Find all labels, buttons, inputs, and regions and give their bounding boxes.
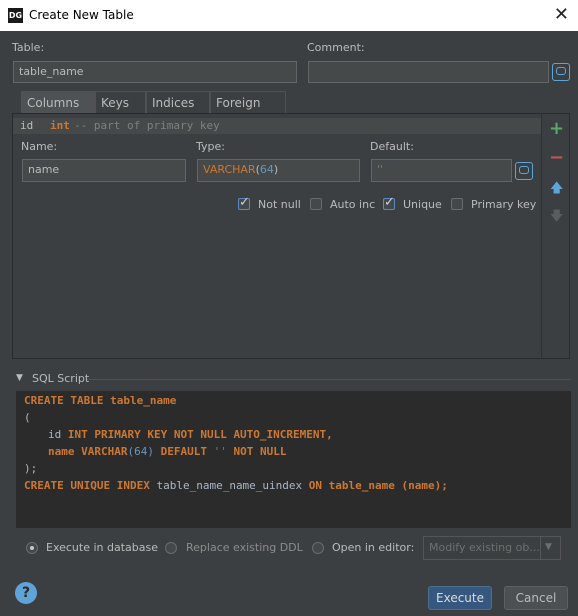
primary-key-label: Primary key xyxy=(471,198,537,211)
comment-input[interactable] xyxy=(308,61,549,83)
editor-mode-value: Modify existing ob... xyxy=(429,541,540,554)
editor-mode-select[interactable]: Modify existing ob... ▼ xyxy=(423,536,561,560)
sql-editor[interactable]: CREATE TABLE table_name ( id INT PRIMARY… xyxy=(16,391,571,528)
move-up-icon[interactable]: 🡅 xyxy=(550,180,563,198)
auto-inc-checkbox[interactable] xyxy=(310,198,322,210)
tab-indices[interactable]: Indices (1) xyxy=(146,91,210,132)
sql-line-1: CREATE TABLE table_name xyxy=(24,394,177,407)
title-bar: DG Create New Table ✕ xyxy=(0,0,578,31)
replace-existing-ddl-radio[interactable] xyxy=(165,542,177,554)
move-down-icon[interactable]: 🡇 xyxy=(550,208,563,226)
replace-existing-ddl-label: Replace existing DDL xyxy=(186,541,303,554)
open-in-editor-label: Open in editor: xyxy=(332,541,415,554)
default-value-input[interactable]: '' xyxy=(371,159,512,182)
sql-script-label: SQL Script xyxy=(32,372,90,385)
type-paren-close: ) xyxy=(273,163,279,176)
column-row-comment: -- part of primary key xyxy=(74,119,220,132)
table-label: Table: xyxy=(12,41,45,54)
tab-foreign-keys[interactable]: Foreign Keys xyxy=(210,91,286,132)
tab-keys[interactable]: Keys (1) xyxy=(95,91,146,132)
unique-checkbox[interactable] xyxy=(383,195,395,210)
tab-columns[interactable]: Columns (2) xyxy=(21,91,95,132)
collapse-chevron-icon[interactable]: ▼ xyxy=(16,373,23,383)
chevron-down-icon: ▼ xyxy=(545,542,552,552)
name-label: Name: xyxy=(21,140,58,153)
datagrip-app-icon: DG xyxy=(8,8,23,23)
auto-inc-label: Auto inc xyxy=(330,198,376,211)
default-label: Default: xyxy=(370,140,414,153)
execute-button[interactable]: Execute xyxy=(428,586,492,610)
table-name-input[interactable]: table_name xyxy=(13,61,297,83)
columns-panel xyxy=(12,113,570,359)
comment-label: Comment: xyxy=(307,41,365,54)
sql-line-6: CREATE UNIQUE INDEX table_name_name_uind… xyxy=(24,479,448,492)
type-size: 64 xyxy=(259,163,274,176)
open-in-editor-radio[interactable] xyxy=(312,542,324,554)
sql-line-3: id INT PRIMARY KEY NOT NULL AUTO_INCREME… xyxy=(48,428,333,441)
window-title: Create New Table xyxy=(29,8,134,22)
primary-key-checkbox[interactable] xyxy=(451,198,463,210)
section-divider xyxy=(87,379,571,380)
comment-editor-icon[interactable] xyxy=(552,63,570,81)
column-row-name: id xyxy=(20,119,34,132)
unique-label: Unique xyxy=(403,198,442,211)
execute-in-database-label: Execute in database xyxy=(46,541,159,554)
column-name-input[interactable]: name xyxy=(22,159,186,182)
type-base: VARCHAR xyxy=(203,163,256,176)
not-null-checkbox[interactable] xyxy=(238,195,250,210)
add-column-icon[interactable]: + xyxy=(549,119,564,139)
help-icon[interactable]: ? xyxy=(15,582,37,604)
panel-divider xyxy=(541,114,542,358)
select-divider xyxy=(540,537,541,559)
type-label: Type: xyxy=(196,140,225,153)
remove-column-icon[interactable]: − xyxy=(549,148,564,168)
sql-line-4: name VARCHAR(64) DEFAULT '' NOT NULL xyxy=(48,445,287,458)
not-null-label: Not null xyxy=(258,198,301,211)
sql-line-2: ( xyxy=(24,411,31,424)
default-editor-icon[interactable] xyxy=(515,162,533,180)
column-type-input[interactable]: VARCHAR(64) xyxy=(197,159,360,182)
cancel-button[interactable]: Cancel xyxy=(504,586,568,610)
close-icon[interactable]: ✕ xyxy=(554,4,569,25)
execute-in-database-radio[interactable] xyxy=(26,542,38,554)
sql-line-5: ); xyxy=(24,462,38,475)
column-row-type: int xyxy=(50,119,70,132)
